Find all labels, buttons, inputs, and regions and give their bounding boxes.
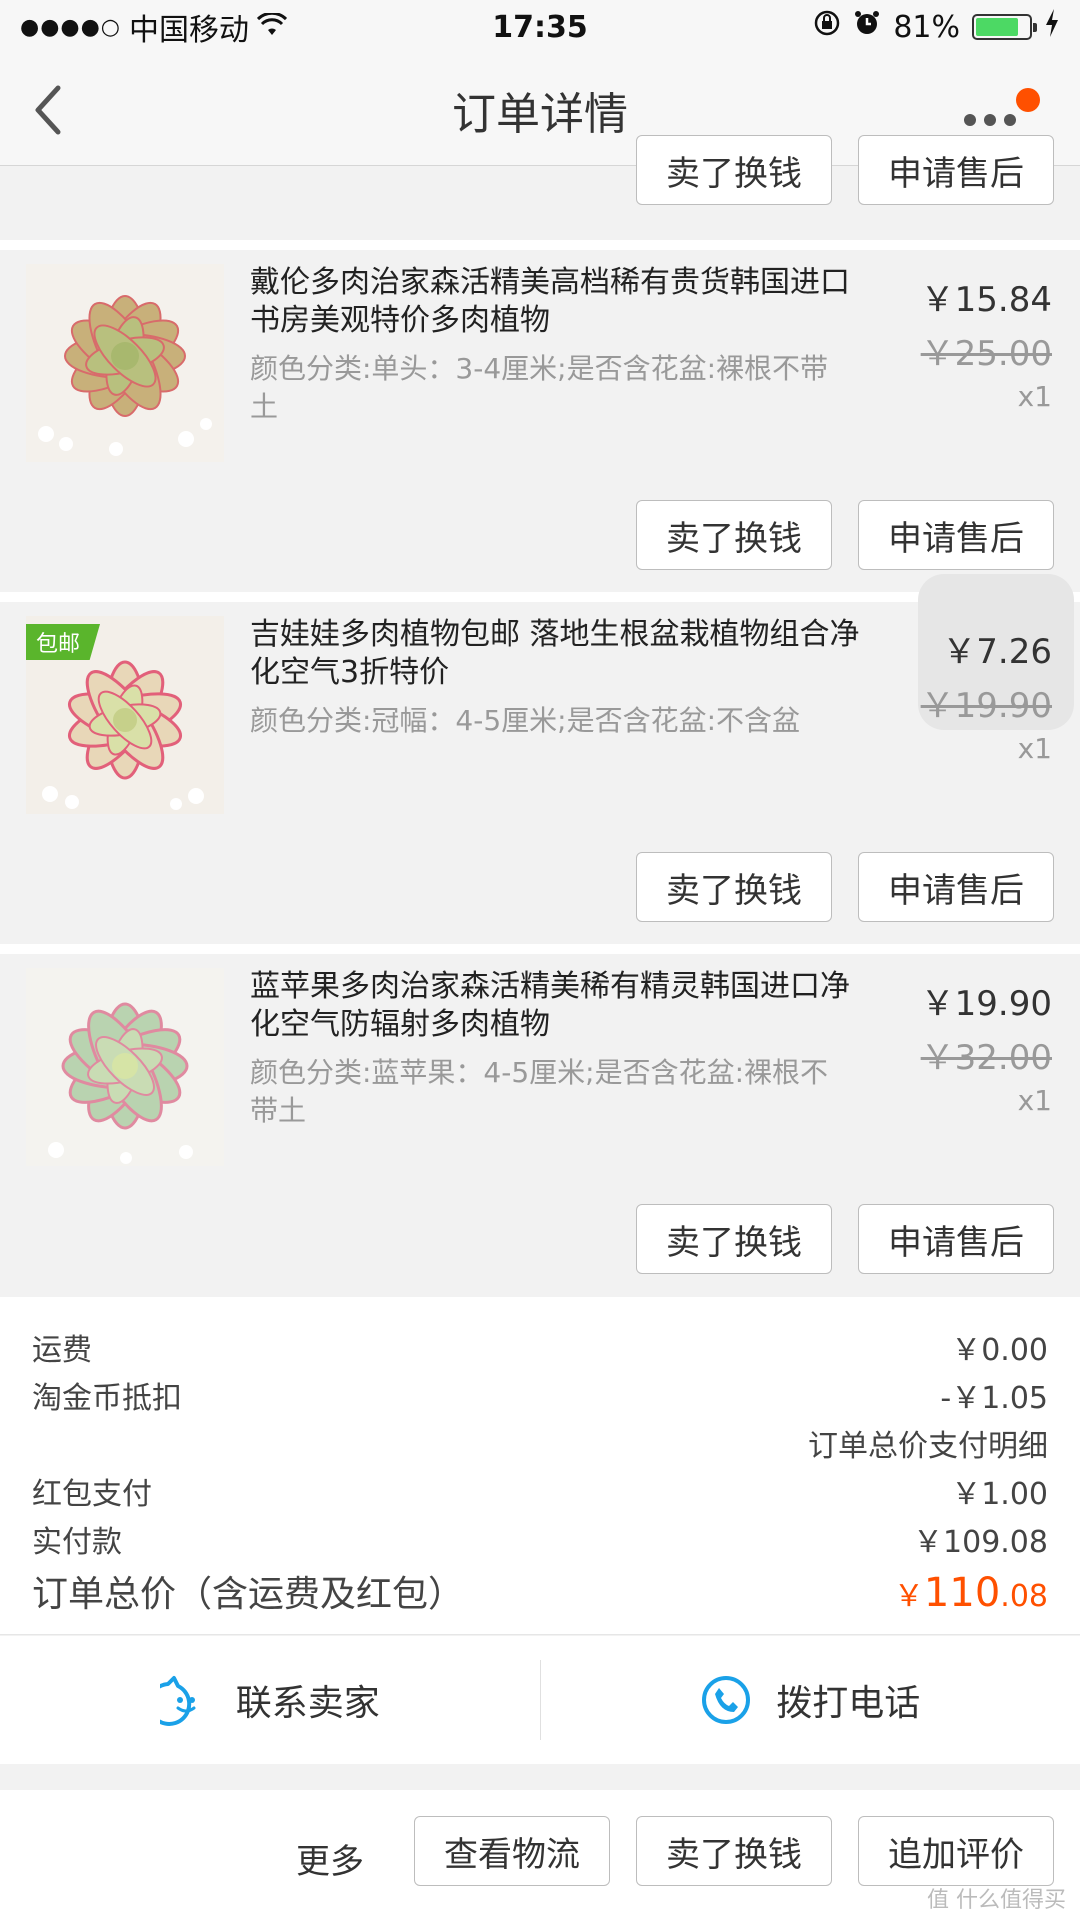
total-decimal: .08 [1000, 1579, 1048, 1614]
product-price: ￥15.84 [920, 280, 1052, 320]
paid-value: ￥109.08 [913, 1525, 1048, 1560]
call-phone-button[interactable]: 拨打电话 [541, 1636, 1080, 1764]
order-summary: 运费 ￥0.00 淘金币抵扣 -￥1.05 订单总价支付明细 红包支付 ￥1.0… [0, 1297, 1080, 1635]
status-left: ●●●●○ 中国移动 [20, 5, 420, 49]
previous-item-actions: 卖了换钱 申请售后 [0, 135, 1080, 240]
battery-icon [972, 14, 1037, 40]
payment-detail-row[interactable]: 订单总价支付明细 [32, 1421, 1048, 1465]
wifi-icon [256, 10, 288, 45]
shipping-value: ￥0.00 [951, 1333, 1048, 1368]
battery-percent: 81% [893, 9, 960, 45]
order-item[interactable]: 戴伦多肉治家森活精美高档稀有贵货韩国进口书房美观特价多肉植物 颜色分类:单头：3… [0, 250, 1080, 592]
back-button[interactable] [30, 80, 90, 140]
paid-label: 实付款 [32, 1525, 122, 1560]
notification-dot [1016, 88, 1040, 112]
product-original-price: ￥19.90 [920, 686, 1052, 726]
product-quantity: x1 [1017, 1084, 1052, 1117]
payment-detail-link[interactable]: 订单总价支付明细 [808, 1421, 1048, 1465]
contact-seller-label: 联系卖家 [235, 1683, 380, 1724]
add-review-button[interactable]: 追加评价 [858, 1816, 1054, 1886]
product-image[interactable]: 包邮 [26, 616, 224, 814]
coin-label: 淘金币抵扣 [32, 1381, 182, 1416]
product-title[interactable]: 吉娃娃多肉植物包邮 落地生根盆栽植物组合净化空气3折特价 [250, 616, 860, 692]
sell-button[interactable]: 卖了换钱 [636, 1816, 832, 1886]
total-value: ￥110.08 [894, 1570, 1048, 1616]
shipping-row: 运费 ￥0.00 [32, 1325, 1048, 1369]
section-gap [0, 1764, 1080, 1790]
order-item[interactable]: 蓝苹果多肉治家森活精美稀有精灵韩国进口净化空气防辐射多肉植物 颜色分类:蓝苹果：… [0, 954, 1080, 1296]
sell-button[interactable]: 卖了换钱 [636, 1204, 832, 1274]
product-quantity: x1 [1017, 380, 1052, 413]
page-title: 订单详情 [452, 88, 628, 140]
contact-seller-button[interactable]: 联系卖家 [0, 1636, 540, 1764]
after-sale-button[interactable]: 申请售后 [858, 135, 1054, 205]
status-bar: ●●●●○ 中国移动 17:35 81% [0, 0, 1080, 54]
more-actions-link[interactable]: 更多 [296, 1834, 364, 1883]
total-int: 110 [923, 1570, 1001, 1616]
paid-row: 实付款 ￥109.08 [32, 1517, 1048, 1561]
redpack-value: ￥1.00 [951, 1477, 1048, 1512]
product-title[interactable]: 戴伦多肉治家森活精美高档稀有贵货韩国进口书房美观特价多肉植物 [250, 264, 860, 340]
order-item[interactable]: 包邮 吉娃娃多肉植物包邮 落地生根盆栽植物组合净化空气3折特价 颜色分类:冠幅：… [0, 574, 1080, 944]
total-row: 订单总价（含运费及红包） ￥110.08 [32, 1565, 1048, 1617]
call-phone-label: 拨打电话 [776, 1683, 921, 1724]
total-label: 订单总价（含运费及红包） [32, 1574, 465, 1615]
phone-icon [702, 1676, 751, 1724]
product-sku: 颜色分类:蓝苹果：4-5厘米;是否含花盆:裸根不带土 [250, 1056, 829, 1127]
redpack-label: 红包支付 [32, 1477, 152, 1512]
sell-button[interactable]: 卖了换钱 [636, 500, 832, 570]
more-dots-icon [964, 114, 1016, 126]
after-sale-button[interactable]: 申请售后 [858, 852, 1054, 922]
carrier-name: 中国移动 [128, 13, 249, 48]
coin-deduction-row: 淘金币抵扣 -￥1.05 [32, 1373, 1048, 1417]
product-price: ￥7.26 [942, 632, 1052, 672]
more-menu-button[interactable] [960, 88, 1040, 138]
total-currency: ￥ [893, 1579, 924, 1614]
succulent-image-icon [26, 968, 224, 1166]
product-original-price: ￥25.00 [920, 334, 1052, 374]
after-sale-button[interactable]: 申请售后 [858, 1204, 1054, 1274]
alarm-icon [853, 9, 881, 45]
status-right: 81% [660, 9, 1060, 45]
status-time: 17:35 [492, 9, 588, 45]
product-image[interactable] [26, 264, 224, 462]
rotation-lock-icon [813, 9, 841, 45]
view-logistics-button[interactable]: 查看物流 [414, 1816, 610, 1886]
redpack-row: 红包支付 ￥1.00 [32, 1469, 1048, 1513]
coin-value: -￥1.05 [940, 1381, 1048, 1416]
charging-icon [1044, 9, 1060, 45]
battery-fill [976, 18, 1019, 36]
product-original-price: ￥32.00 [920, 1038, 1052, 1078]
divider [0, 944, 1080, 954]
product-title[interactable]: 蓝苹果多肉治家森活精美稀有精灵韩国进口净化空气防辐射多肉植物 [250, 968, 860, 1044]
shipping-label: 运费 [32, 1333, 92, 1368]
bottom-action-bar: 更多 查看物流 卖了换钱 追加评价 值 什么值得买 [0, 1790, 1080, 1920]
product-image[interactable] [26, 968, 224, 1166]
contact-bar: 联系卖家 拨打电话 [0, 1636, 1080, 1764]
sell-button[interactable]: 卖了换钱 [636, 135, 832, 205]
watermark: 值 什么值得买 [927, 1888, 1066, 1913]
signal-strength-icon: ●●●●○ [20, 14, 121, 40]
after-sale-button[interactable]: 申请售后 [858, 500, 1054, 570]
product-sku: 颜色分类:冠幅：4-5厘米;是否含花盆:不含盆 [250, 704, 801, 737]
product-price: ￥19.90 [920, 984, 1052, 1024]
chat-smiley-icon [159, 1676, 196, 1726]
product-sku: 颜色分类:单头：3-4厘米;是否含花盆:裸根不带土 [250, 352, 829, 423]
sell-button[interactable]: 卖了换钱 [636, 852, 832, 922]
divider [0, 240, 1080, 250]
succulent-image-icon [26, 264, 224, 462]
product-quantity: x1 [1017, 732, 1052, 765]
free-shipping-badge: 包邮 [26, 624, 101, 660]
back-arrow-icon [35, 85, 61, 135]
